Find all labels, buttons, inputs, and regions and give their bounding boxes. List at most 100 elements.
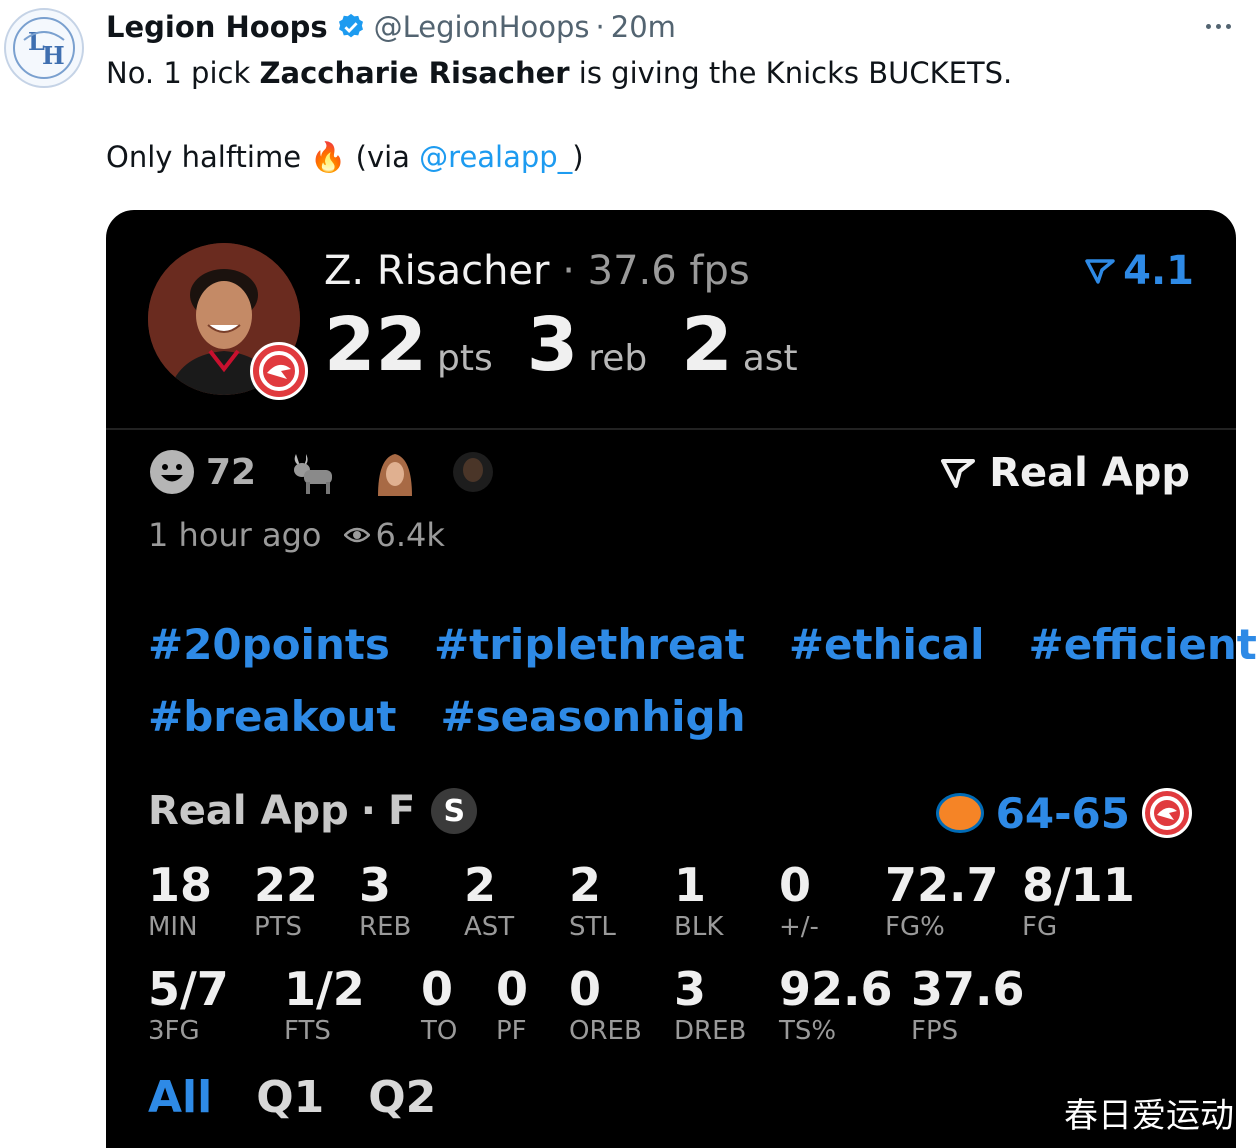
stat-label: 3FG [148, 1016, 200, 1046]
stat-value: 0 [496, 962, 529, 1016]
tweet-text: No. 1 pick [106, 56, 260, 90]
stat-value: 3 [359, 858, 392, 912]
headline-stat-value: 2 [681, 302, 733, 388]
knicks-logo [935, 793, 984, 833]
stat-label: AST [464, 912, 515, 942]
stat-cell: 1/2 FTS [284, 962, 365, 1046]
stat-label: FG% [885, 912, 945, 942]
tweet-text: Only halftime [106, 140, 311, 174]
posted-time: 1 hour ago [148, 516, 322, 554]
stat-cell: 3 DREB [674, 962, 746, 1046]
hashtag-link[interactable]: #efficient [1029, 620, 1256, 669]
author-avatar[interactable]: L H [4, 8, 84, 88]
reaction-count: 72 [206, 451, 257, 493]
game-separator: · [360, 788, 376, 834]
hashtag-link[interactable]: #breakout [148, 692, 396, 741]
more-icon[interactable] [1198, 16, 1238, 36]
stat-value: 22 [254, 858, 319, 912]
stat-cell: 0 PF [496, 962, 528, 1046]
tweet-text-line2: Only halftime 🔥 (via @realapp_) [106, 140, 584, 175]
player-fps: · 37.6 fps [549, 248, 750, 294]
stat-label: OREB [569, 1016, 642, 1046]
stat-cell: 5/7 3FG [148, 962, 229, 1046]
stat-label: PF [496, 1016, 527, 1046]
author-handle[interactable]: @LegionHoops [374, 10, 590, 44]
stat-cell: 0 +/- [779, 858, 819, 942]
real-app-card[interactable]: Z. Risacher · 37.6 fps 4.1 22 pts 3 reb 2 ast… [106, 210, 1256, 1148]
stat-cell: 22 PTS [254, 858, 318, 942]
hawks-logo [1142, 788, 1192, 838]
hawks-team-badge [250, 342, 308, 400]
stat-label: TO [421, 1016, 458, 1046]
hashtag-link[interactable]: #ethical [789, 620, 985, 669]
svg-text:H: H [42, 41, 65, 70]
player-name[interactable]: Z. Risacher [324, 248, 550, 294]
stat-value: 3 [674, 962, 707, 1016]
real-app-brand[interactable]: Real App [941, 450, 1190, 496]
stat-label: STL [569, 912, 616, 942]
post-meta: 1 hour ago 6.4k [148, 516, 445, 554]
stat-cell: 1 BLK [674, 858, 723, 942]
tab-q2[interactable]: Q2 [368, 1072, 436, 1123]
headline-stat-unit: reb [588, 338, 648, 379]
goat-icon[interactable] [288, 448, 340, 496]
stat-label: FTS [284, 1016, 331, 1046]
player-name-line: Z. Risacher · 37.6 fps [324, 248, 750, 294]
hashtag-link[interactable]: #seasonhigh [440, 692, 745, 741]
headline-stat-value: 22 [324, 302, 427, 388]
score-value: 64-65 [995, 788, 1130, 838]
stat-label: DREB [674, 1016, 747, 1046]
brand-label: Real App [989, 450, 1190, 496]
stat-cell: 2 AST [464, 858, 514, 942]
period-tabs: All Q1 Q2 [148, 1072, 436, 1123]
hashtag-link[interactable]: #triplethreat [434, 620, 745, 669]
hashtags: #20points #triplethreat #ethical #efficient… [148, 608, 1256, 752]
author-name[interactable]: Legion Hoops [106, 10, 328, 44]
tab-q1[interactable]: Q1 [256, 1072, 324, 1123]
stat-value: 72.7 [885, 858, 999, 912]
stat-cell: 2 STL [569, 858, 616, 942]
stat-cell: 0 TO [421, 962, 457, 1046]
view-count: 6.4k [343, 516, 445, 554]
tab-all[interactable]: All [148, 1072, 212, 1123]
tweet-time[interactable]: 20m [611, 10, 676, 44]
stat-cell: 92.6 TS% [779, 962, 893, 1046]
reaction-avatar-icon[interactable] [372, 448, 419, 496]
hashtag-link[interactable]: #20points [148, 620, 390, 669]
headline-stat-value: 3 [526, 302, 579, 388]
headline-stat-unit: pts [436, 338, 493, 379]
stat-label: PTS [254, 912, 303, 942]
stat-value: 2 [569, 858, 602, 912]
stat-value: 8/11 [1022, 858, 1135, 912]
smile-icon [150, 450, 194, 494]
fire-emoji: 🔥 [310, 140, 347, 174]
game-score[interactable]: 64-65 [935, 788, 1192, 838]
tweet-text: ) [572, 140, 584, 174]
stat-cell: 72.7 FG% [885, 858, 999, 942]
views-value: 6.4k [375, 516, 445, 554]
stat-cell: 3 REB [359, 858, 411, 942]
reaction-avatar-icon[interactable] [450, 448, 496, 496]
reaction-smile[interactable]: 72 [148, 448, 256, 496]
stat-cell: 18 MIN [148, 858, 212, 942]
stat-cell: 37.6 FPS [911, 962, 1025, 1046]
stat-label: FG [1022, 912, 1058, 942]
stat-label: TS% [779, 1016, 837, 1046]
stat-value: 1 [674, 858, 707, 912]
stat-value: 1/2 [284, 962, 365, 1016]
real-app-logo-icon [1085, 259, 1115, 284]
tweet-header: Legion Hoops @LegionHoops · 20m [106, 8, 676, 46]
stat-label: +/- [779, 912, 819, 942]
watermark: 春日爱运动 [1064, 1096, 1234, 1136]
game-status: F [387, 788, 416, 834]
hashtag-row: #breakout #seasonhigh [148, 680, 1208, 752]
game-source: Real App [148, 788, 349, 834]
stat-cell: 8/11 FG [1022, 858, 1135, 942]
tweet-text: is giving the Knicks BUCKETS. [569, 56, 1013, 90]
player-rating: 4.1 [1085, 248, 1194, 294]
stat-value: 0 [569, 962, 602, 1016]
headline-stats: 22 pts 3 reb 2 ast [324, 302, 832, 388]
mention-link[interactable]: @realapp_ [419, 140, 572, 174]
legion-hoops-logo: L H [13, 17, 75, 79]
s-badge: S [431, 788, 478, 834]
